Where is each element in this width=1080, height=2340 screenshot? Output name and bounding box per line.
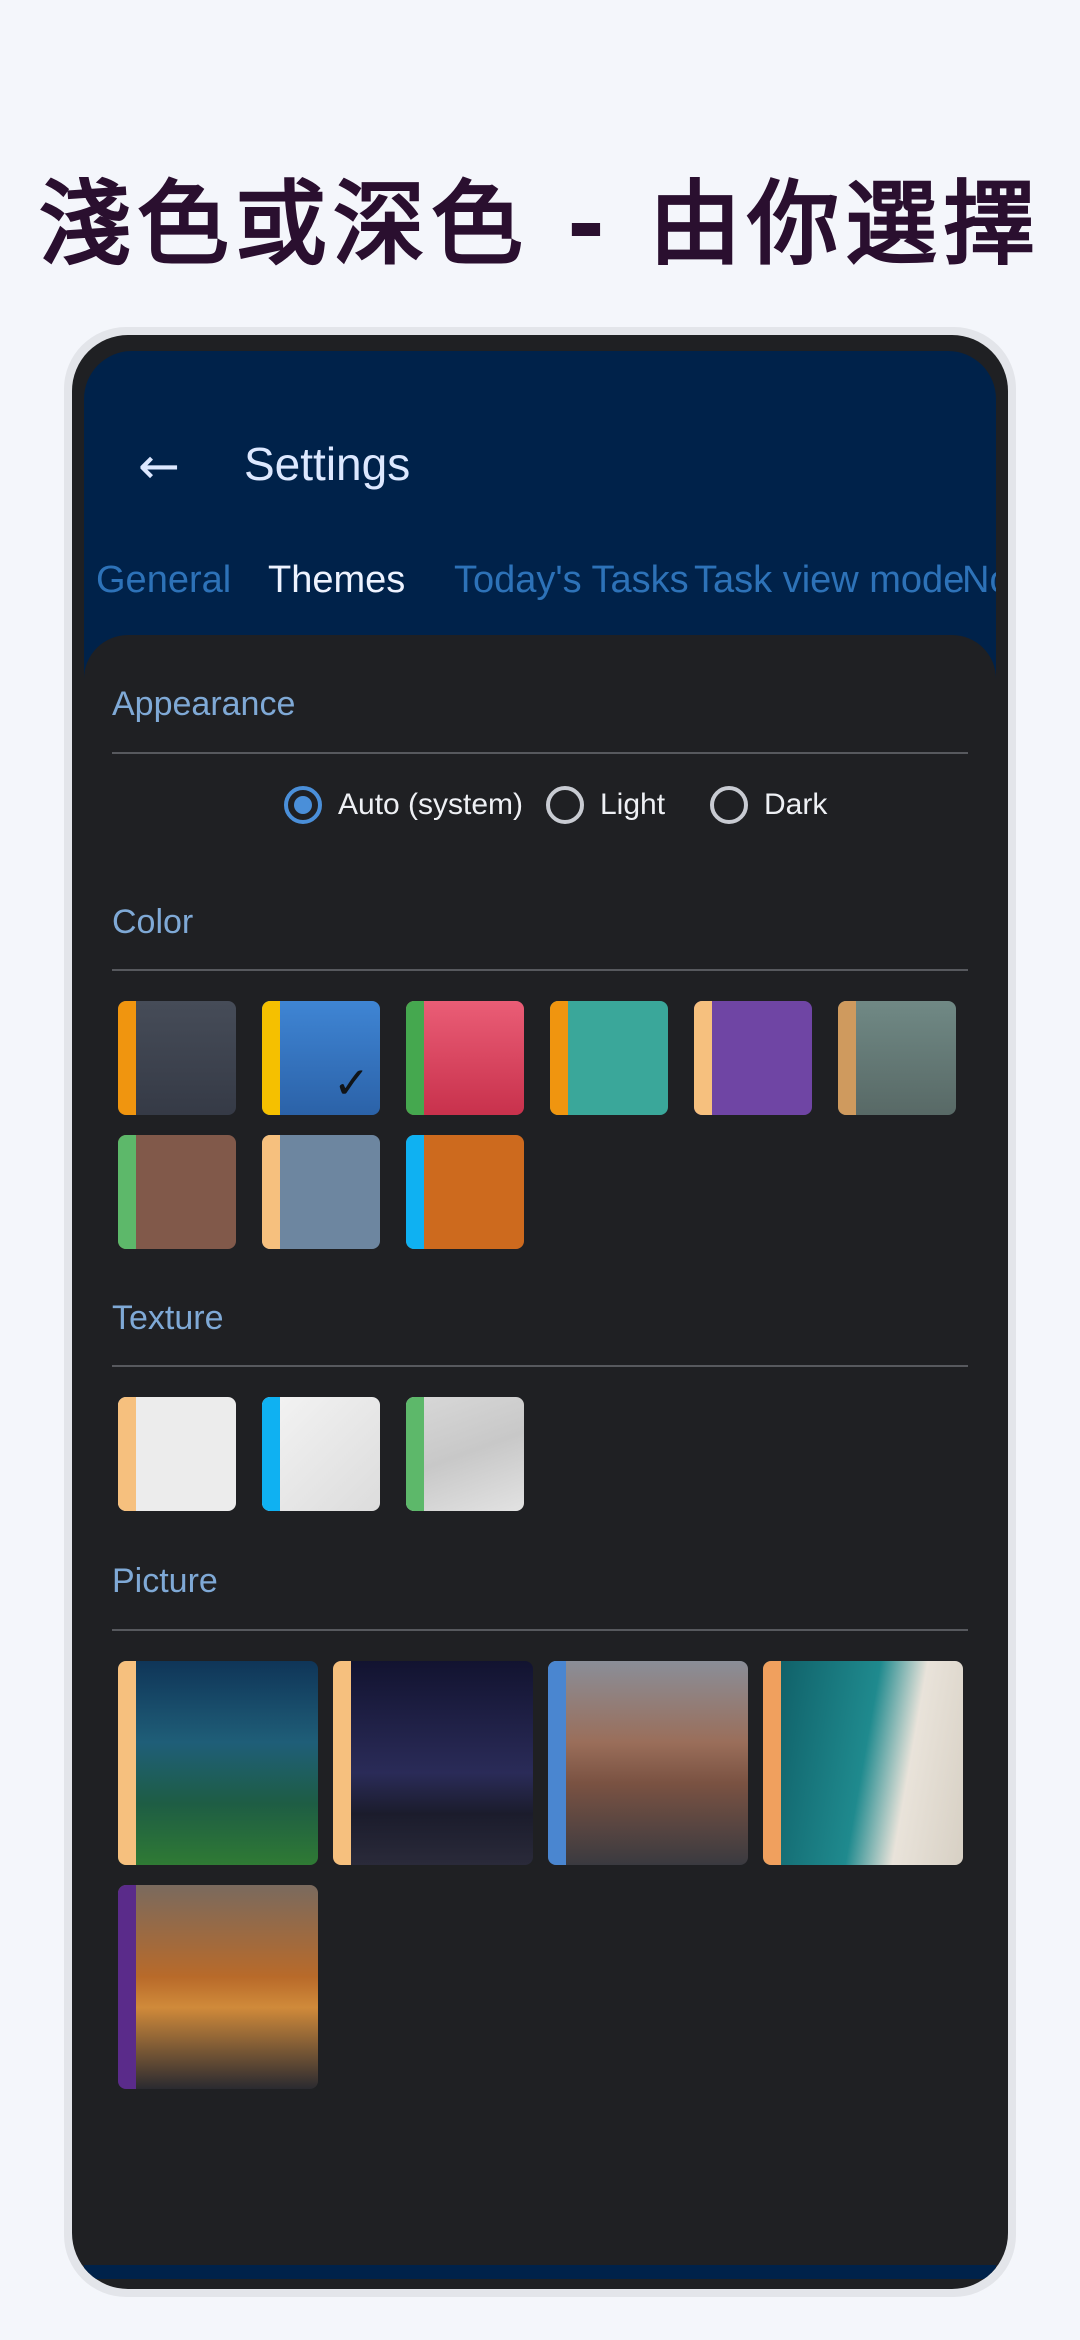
- phone-frame: ← Settings General Themes Today's Tasks …: [64, 327, 1016, 2297]
- radio-label: Dark: [764, 788, 828, 821]
- radio-label: Auto (system): [338, 788, 524, 821]
- tab-bar: General Themes Today's Tasks Task view m…: [84, 549, 996, 629]
- divider: [112, 1629, 968, 1631]
- app-header: ← Settings General Themes Today's Tasks …: [84, 351, 996, 681]
- picture-swatch-3[interactable]: [548, 1661, 748, 1865]
- divider: [112, 752, 968, 754]
- accent-stripe: [118, 1001, 136, 1115]
- color-swatch-6[interactable]: [838, 1001, 956, 1115]
- accent-stripe: [118, 1885, 136, 2089]
- divider: [112, 969, 968, 971]
- section-title-color: Color: [112, 903, 194, 941]
- accent-stripe: [838, 1001, 856, 1115]
- accent-stripe: [406, 1001, 424, 1115]
- accent-stripe: [262, 1001, 280, 1115]
- accent-stripe: [262, 1397, 280, 1511]
- section-title-picture: Picture: [112, 1562, 218, 1600]
- color-swatch-3[interactable]: [406, 1001, 524, 1115]
- accent-stripe: [548, 1661, 566, 1865]
- accent-stripe: [406, 1135, 424, 1249]
- radio-unselected-icon: [546, 786, 584, 824]
- radio-auto-system[interactable]: Auto (system): [284, 775, 523, 835]
- accent-stripe: [406, 1397, 424, 1511]
- tab-themes[interactable]: Themes: [268, 559, 405, 602]
- accent-stripe: [262, 1135, 280, 1249]
- section-title-texture: Texture: [112, 1299, 224, 1337]
- tab-todays-tasks[interactable]: Today's Tasks: [454, 559, 689, 602]
- bottom-bar: [84, 2265, 996, 2279]
- appearance-radio-group: Auto (system) Light Dark: [84, 775, 996, 835]
- section-title-appearance: Appearance: [112, 685, 296, 723]
- radio-unselected-icon: [710, 786, 748, 824]
- tab-task-view-mode[interactable]: Task view mode: [694, 559, 964, 602]
- color-swatch-9[interactable]: [406, 1135, 524, 1249]
- picture-swatch-5[interactable]: [118, 1885, 318, 2089]
- themes-content: Appearance Auto (system) Light Dark Colo…: [84, 635, 996, 2273]
- accent-stripe: [763, 1661, 781, 1865]
- accent-stripe: [333, 1661, 351, 1865]
- texture-swatch-3[interactable]: [406, 1397, 524, 1511]
- back-button[interactable]: ←: [124, 431, 194, 501]
- headline: 淺色或深色 - 由你選擇: [38, 171, 1042, 278]
- accent-stripe: [118, 1135, 136, 1249]
- color-swatch-1[interactable]: [118, 1001, 236, 1115]
- tab-notifications[interactable]: No: [962, 559, 996, 602]
- picture-swatch-2[interactable]: [333, 1661, 533, 1865]
- picture-swatch-1[interactable]: [118, 1661, 318, 1865]
- color-swatch-5[interactable]: [694, 1001, 812, 1115]
- color-swatch-7[interactable]: [118, 1135, 236, 1249]
- accent-stripe: [118, 1397, 136, 1511]
- arrow-left-icon: ←: [138, 437, 180, 495]
- texture-swatch-2[interactable]: [262, 1397, 380, 1511]
- texture-swatch-1[interactable]: [118, 1397, 236, 1511]
- radio-selected-icon: [284, 786, 322, 824]
- color-swatch-8[interactable]: [262, 1135, 380, 1249]
- tab-general[interactable]: General: [96, 559, 231, 602]
- divider: [112, 1365, 968, 1367]
- accent-stripe: [550, 1001, 568, 1115]
- color-swatch-4[interactable]: [550, 1001, 668, 1115]
- phone-screen: ← Settings General Themes Today's Tasks …: [72, 335, 1008, 2289]
- radio-label: Light: [600, 788, 666, 821]
- page-title: Settings: [244, 438, 411, 490]
- accent-stripe: [694, 1001, 712, 1115]
- picture-swatch-4[interactable]: [763, 1661, 963, 1865]
- color-swatch-2[interactable]: ✓: [262, 1001, 380, 1115]
- accent-stripe: [118, 1661, 136, 1865]
- radio-dark[interactable]: Dark: [710, 775, 827, 835]
- checkmark-icon: ✓: [333, 1058, 370, 1109]
- radio-light[interactable]: Light: [546, 775, 665, 835]
